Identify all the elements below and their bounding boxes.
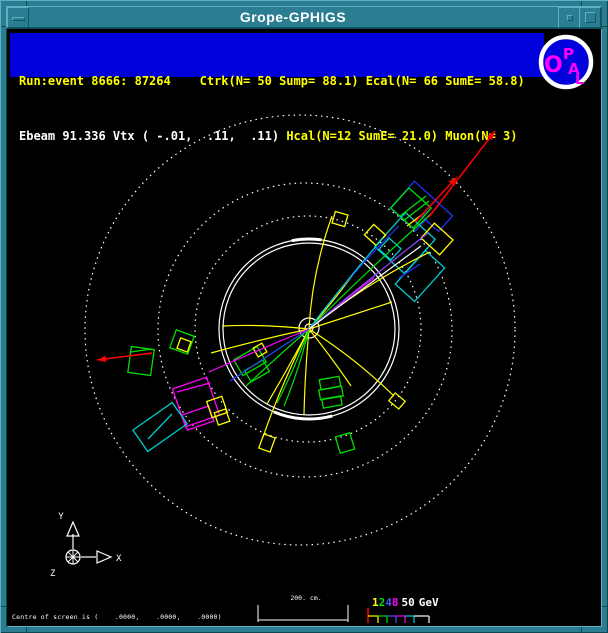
centre-status: Centre of screen is ( .0000, .0000, .000… <box>12 613 222 621</box>
window-title: Grope-GPHIGS <box>31 7 555 28</box>
particle-track <box>309 216 332 329</box>
legend-item: 1 <box>372 597 379 608</box>
energy-legend: 124850 GeV <box>372 597 439 608</box>
calo-box <box>389 393 405 409</box>
y-axis-arrowhead <box>67 522 79 536</box>
frame-notch <box>602 606 607 607</box>
calo-box <box>259 434 275 452</box>
frame-notch <box>26 627 27 632</box>
minimize-button[interactable] <box>558 7 580 28</box>
particle-track <box>309 252 430 329</box>
muon-arrow <box>429 131 495 217</box>
client-area: Run:event 8666: 87264 Ctrk(N= 50 Sump= 8… <box>6 28 602 627</box>
particle-track <box>222 325 309 329</box>
legend-item: 50 <box>402 597 415 608</box>
z-axis-spoke <box>68 552 73 557</box>
particle-track <box>246 329 309 386</box>
particle-track <box>309 329 394 396</box>
x-axis-label: X <box>116 554 122 564</box>
calo-box <box>332 211 348 226</box>
inner-ring-hit <box>292 239 322 241</box>
z-axis-spoke <box>73 552 78 557</box>
legend-item: 4 <box>385 597 392 608</box>
inner-ring-hit <box>274 412 332 419</box>
detail-line <box>131 349 152 352</box>
minimize-icon <box>567 15 573 21</box>
maximize-icon <box>585 12 596 23</box>
y-axis-label: Y <box>58 512 64 522</box>
event-display: Y X Z <box>6 28 602 627</box>
scale-label: 200. cm. <box>258 594 354 602</box>
calo-box <box>335 433 354 454</box>
titlebar[interactable]: Grope-GPHIGS <box>6 6 602 28</box>
detector-ring-dashed <box>85 115 515 545</box>
frame-notch <box>581 627 582 632</box>
calo-box <box>172 377 219 427</box>
z-axis-label: Z <box>50 569 56 579</box>
frame-notch <box>602 26 607 27</box>
app-window: Grope-GPHIGS Run:event 8666: 87264 Ctrk(… <box>0 0 608 633</box>
legend-item: GeV <box>419 597 439 608</box>
legend-item: 8 <box>392 597 399 608</box>
muon-arrow-head <box>97 356 106 362</box>
calo-box <box>421 201 452 232</box>
z-axis-spoke <box>68 557 73 562</box>
z-axis-spoke <box>73 557 78 562</box>
calo-box <box>322 396 342 408</box>
particle-track <box>309 233 428 329</box>
window-menu-button[interactable] <box>7 7 29 28</box>
detail-line <box>177 383 210 392</box>
particle-track <box>267 329 309 404</box>
legend-item: 2 <box>379 597 386 608</box>
calo-box <box>390 181 439 231</box>
maximize-button[interactable] <box>579 7 601 28</box>
particle-track <box>309 302 392 329</box>
window-menu-icon <box>12 17 25 21</box>
x-axis-arrowhead <box>97 551 111 563</box>
